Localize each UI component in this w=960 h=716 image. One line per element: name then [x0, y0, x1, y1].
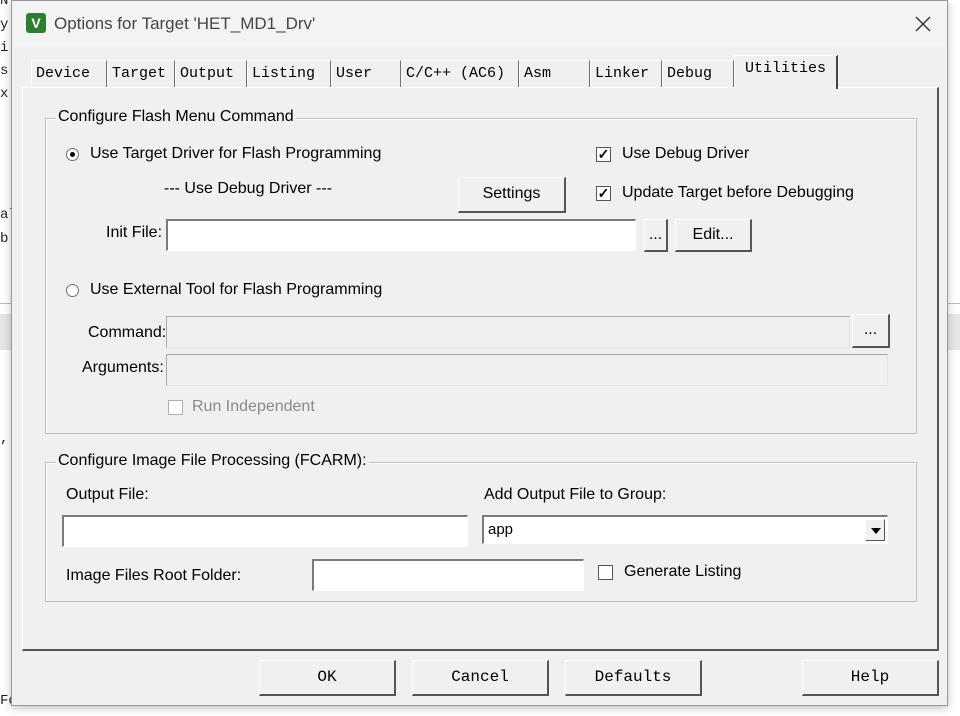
tab-listing[interactable]: Listing [247, 60, 331, 88]
tab-linker[interactable]: Linker [590, 60, 662, 88]
use-debug-driver-label[interactable]: Use Debug Driver [622, 145, 749, 163]
generate-listing-checkbox[interactable] [598, 565, 613, 580]
close-icon [915, 16, 931, 32]
bg-code-line: , [0, 431, 9, 447]
arguments-input[interactable] [166, 354, 888, 386]
init-file-browse-button[interactable]: ... [644, 219, 668, 252]
image-group-title: Configure Image File Processing (FCARM): [56, 452, 369, 470]
bg-code-line: s [0, 63, 9, 79]
ok-button[interactable]: OK [259, 660, 396, 696]
flash-command-group: Configure Flash Menu Command Use Target … [45, 108, 917, 434]
run-independent-label[interactable]: Run Independent [192, 398, 315, 416]
add-output-group-label: Add Output File to Group: [484, 486, 667, 503]
init-file-label: Init File: [106, 224, 163, 241]
command-label: Command: [88, 324, 167, 341]
use-target-driver-radio[interactable] [66, 148, 79, 161]
tab-user[interactable]: User [331, 60, 401, 88]
bg-code-line: i [0, 40, 9, 56]
use-external-tool-label[interactable]: Use External Tool for Flash Programming [90, 281, 382, 299]
settings-button[interactable]: Settings [458, 177, 566, 213]
window-title: Options for Target 'HET_MD1_Drv' [54, 14, 316, 33]
tab-debug[interactable]: Debug [662, 60, 734, 88]
output-group-selected: app [488, 521, 514, 538]
tab-target[interactable]: Target [107, 60, 175, 88]
update-target-label[interactable]: Update Target before Debugging [622, 184, 854, 202]
options-dialog: V Options for Target 'HET_MD1_Drv' Devic… [11, 0, 948, 706]
root-folder-input[interactable] [312, 559, 584, 591]
generate-listing-label[interactable]: Generate Listing [624, 563, 741, 581]
cancel-button[interactable]: Cancel [412, 660, 549, 696]
root-folder-label: Image Files Root Folder: [66, 567, 242, 584]
defaults-button[interactable]: Defaults [565, 660, 702, 696]
tab-output[interactable]: Output [175, 60, 247, 88]
chevron-down-icon[interactable] [865, 519, 885, 541]
command-browse-button[interactable]: ... [852, 314, 890, 348]
use-external-tool-radio[interactable] [66, 284, 79, 297]
flash-group-title: Configure Flash Menu Command [56, 108, 296, 126]
image-processing-group: Configure Image File Processing (FCARM):… [45, 452, 917, 602]
init-file-input[interactable] [166, 219, 636, 251]
tab-asm[interactable]: Asm [519, 60, 590, 88]
tab-utilities[interactable]: Utilities [734, 55, 838, 89]
close-button[interactable] [899, 1, 947, 47]
bg-code-line: x [0, 86, 9, 102]
tab-device[interactable]: Device [31, 60, 107, 88]
use-target-driver-label[interactable]: Use Target Driver for Flash Programming [90, 145, 381, 163]
use-debug-driver-checkbox[interactable]: ✓ [596, 147, 611, 162]
output-file-label: Output File: [66, 486, 149, 503]
bg-code-line: N [0, 0, 9, 9]
edit-button[interactable]: Edit... [675, 219, 752, 252]
flash-driver-select[interactable]: --- Use Debug Driver --- [164, 180, 332, 198]
bg-code-line: b [0, 231, 9, 247]
tab-strip: Device Target Output Listing User C/C++ … [21, 55, 947, 89]
utilities-page: Configure Flash Menu Command Use Target … [22, 87, 939, 651]
bg-code-line: y [0, 17, 9, 33]
output-file-input[interactable] [62, 515, 468, 547]
output-group-select[interactable]: app [482, 515, 888, 544]
run-independent-checkbox[interactable] [168, 400, 183, 415]
uvision-app-icon: V [26, 13, 46, 33]
title-bar[interactable]: V Options for Target 'HET_MD1_Drv' [12, 1, 947, 47]
command-input[interactable] [166, 316, 850, 348]
help-button[interactable]: Help [802, 660, 939, 696]
update-target-checkbox[interactable]: ✓ [596, 186, 611, 201]
tab-cpp-ac6[interactable]: C/C++ (AC6) [401, 60, 519, 88]
arguments-label: Arguments: [82, 359, 164, 376]
